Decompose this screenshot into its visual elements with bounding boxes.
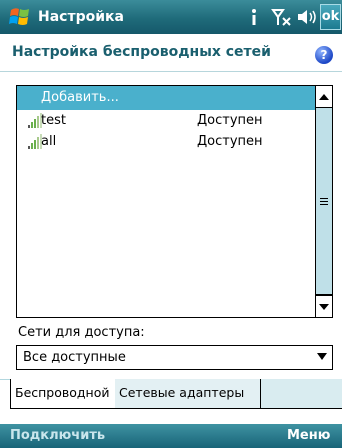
network-status: Доступен (197, 134, 263, 149)
scroll-thumb[interactable] (316, 108, 332, 295)
softkey-bar: Подключить Меню (0, 424, 342, 448)
page-title: Настройка беспроводных сетей (12, 44, 271, 60)
windows-start-icon[interactable] (7, 5, 33, 29)
signal-off-icon[interactable] (270, 5, 294, 29)
volume-icon[interactable] (296, 5, 318, 29)
chevron-down-icon (317, 353, 327, 360)
connect-softkey[interactable]: Подключить (10, 424, 105, 448)
ok-button[interactable]: ok (320, 4, 341, 30)
arrow-up-icon (319, 94, 329, 100)
menu-softkey[interactable]: Меню (287, 424, 330, 448)
network-name: test (41, 113, 66, 128)
access-networks-select[interactable]: Все доступные (16, 345, 333, 370)
access-networks-label: Сети для доступа: (18, 325, 145, 340)
grip-icon (320, 198, 328, 205)
page-header: Настройка беспроводных сетей ? (0, 34, 342, 72)
tab-strip-filler (261, 379, 342, 409)
list-scrollbar[interactable] (315, 86, 332, 317)
network-status: Доступен (197, 113, 263, 128)
scroll-up-button[interactable] (316, 86, 332, 108)
network-item-test[interactable]: test Доступен (17, 110, 315, 131)
title-bar: Настройка ok (0, 0, 342, 34)
tab-strip: Беспроводной Сетевые адаптеры (0, 379, 342, 421)
arrow-down-icon (319, 304, 329, 310)
network-list[interactable]: Добавить... test Доступен all Доступен (16, 85, 333, 318)
tab-wireless[interactable]: Беспроводной (10, 379, 116, 409)
add-network-item[interactable]: Добавить... (17, 86, 315, 110)
network-name: all (41, 134, 57, 149)
info-icon[interactable] (248, 5, 260, 29)
network-item-all[interactable]: all Доступен (17, 131, 315, 152)
tab-network-adapters[interactable]: Сетевые адаптеры (115, 379, 261, 409)
scroll-down-button[interactable] (316, 295, 332, 317)
window-title: Настройка (38, 9, 124, 25)
access-networks-value: Все доступные (23, 350, 126, 365)
network-list-rows: Добавить... test Доступен all Доступен (17, 86, 315, 317)
help-icon[interactable]: ? (315, 46, 333, 64)
